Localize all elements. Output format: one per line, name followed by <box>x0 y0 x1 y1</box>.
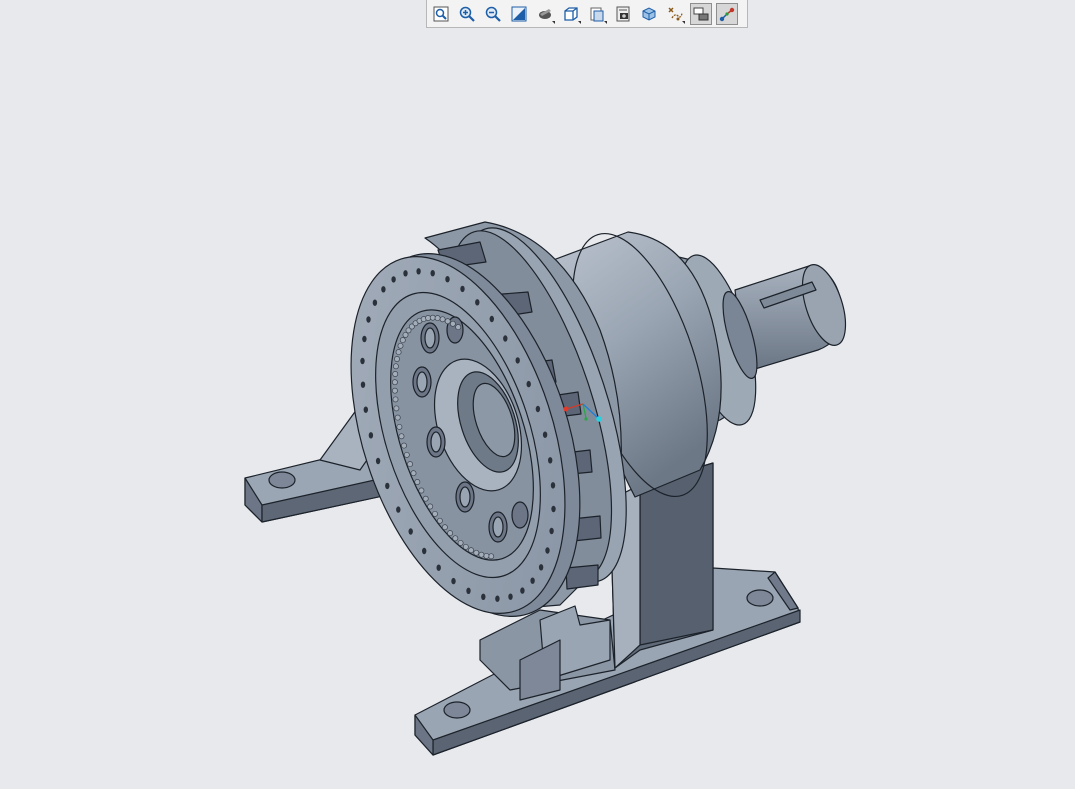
bolt-hole <box>366 316 371 323</box>
bolt-hole <box>396 506 401 513</box>
gear-tooth <box>449 320 456 327</box>
bolt-hole <box>548 457 553 464</box>
gear-tooth <box>488 553 495 560</box>
gear-tooth <box>394 414 401 421</box>
gear-tooth <box>410 470 417 477</box>
bolt-hole <box>542 431 548 438</box>
bolt-hole <box>538 564 544 571</box>
model-3d-view[interactable] <box>0 0 1075 789</box>
bolt-hole <box>403 270 408 277</box>
bolt-hole <box>368 432 374 439</box>
bolt-hole <box>545 547 550 554</box>
bolt-hole <box>360 381 366 388</box>
gear-tooth <box>429 314 436 321</box>
bolt-hole <box>530 577 535 584</box>
bolt-hole <box>416 268 421 275</box>
bolt-hole <box>520 587 525 594</box>
gear-tooth <box>444 318 451 325</box>
bolt-hole <box>362 335 367 343</box>
gear-tooth <box>391 387 398 394</box>
bolt-hole <box>550 482 556 489</box>
gear-tooth <box>447 530 454 537</box>
gear-tooth <box>457 539 464 546</box>
bolt-hole <box>372 299 378 306</box>
gear-tooth <box>395 349 402 356</box>
gear-tooth <box>392 371 399 377</box>
bolt-hole <box>460 285 465 293</box>
gear-tooth <box>407 461 413 468</box>
gear-tooth <box>393 405 400 412</box>
bolt-hole <box>549 527 554 535</box>
bolt-hole <box>503 335 508 342</box>
bolt-hole <box>375 457 381 465</box>
bolt-hole <box>385 482 390 490</box>
gear-tooth <box>455 324 462 331</box>
bolt-hole <box>475 299 480 306</box>
bolt-hole <box>436 564 441 571</box>
gear-tooth <box>392 396 399 403</box>
bolt-hole <box>551 505 556 513</box>
gear-tooth <box>468 547 475 554</box>
gear-tooth <box>403 451 410 458</box>
gear-tooth <box>434 315 441 322</box>
gear-tooth <box>436 517 443 524</box>
gear-tooth <box>441 524 448 531</box>
gear-tooth <box>397 342 404 349</box>
bolt-hole <box>489 315 494 323</box>
bolt-hole <box>360 357 365 365</box>
bolt-hole <box>495 595 500 602</box>
gear-tooth <box>399 337 406 344</box>
bolt-hole <box>481 593 486 600</box>
bolt-hole <box>430 270 435 277</box>
gear-tooth <box>392 363 399 370</box>
gear-tooth <box>394 356 400 362</box>
gear-tooth <box>439 316 446 323</box>
bolt-hole <box>422 547 427 555</box>
gear-tooth <box>418 487 425 494</box>
bolt-hole <box>508 593 513 600</box>
bolt-hole <box>515 357 520 364</box>
gear-tooth <box>478 551 485 558</box>
bolt-hole <box>445 276 450 283</box>
gear-tooth <box>427 503 434 510</box>
gear-tooth <box>422 495 429 502</box>
gear-tooth <box>483 552 490 559</box>
bolt-hole <box>408 528 413 535</box>
gear-tooth <box>432 510 438 517</box>
bolt-hole <box>381 286 386 293</box>
bolt-hole <box>466 587 471 594</box>
gear-tooth <box>398 433 405 440</box>
bolt-hole <box>535 405 541 413</box>
gear-tooth <box>391 379 398 386</box>
bolt-hole <box>526 380 531 388</box>
bolt-hole <box>451 577 456 585</box>
gear-tooth <box>473 549 480 556</box>
graphics-window[interactable] <box>0 0 1075 789</box>
gear-tooth <box>401 442 407 449</box>
gear-tooth <box>452 535 459 542</box>
gear-tooth <box>396 423 403 430</box>
bolt-hole <box>391 276 396 283</box>
bolt-hole <box>363 406 368 413</box>
gear-tooth <box>414 479 421 485</box>
gear-tooth <box>462 543 469 550</box>
